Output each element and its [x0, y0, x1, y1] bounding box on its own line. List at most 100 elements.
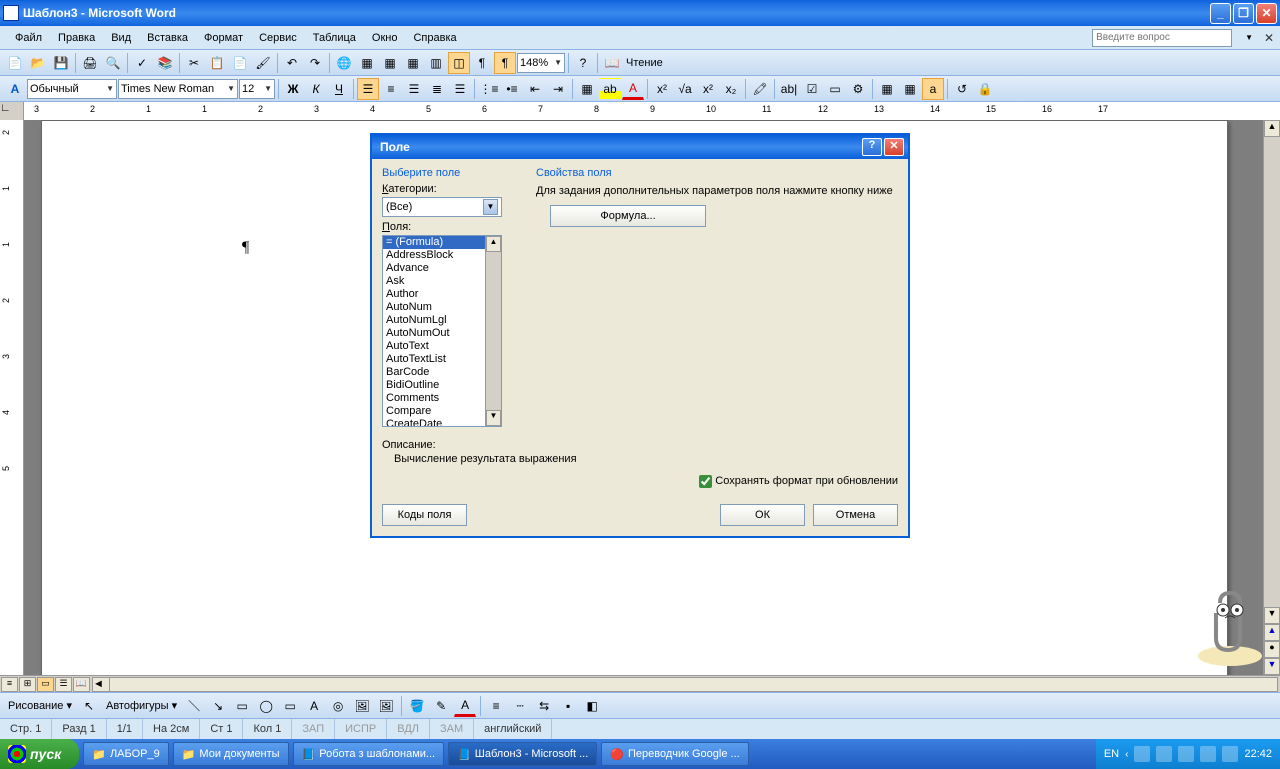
columns-button[interactable]: ▥ [425, 52, 447, 74]
menu-file[interactable]: Файл [8, 30, 49, 46]
menu-view[interactable]: Вид [104, 30, 138, 46]
window-close-button[interactable]: ✕ [1256, 3, 1277, 24]
dialog-titlebar[interactable]: Поле ? ✕ [372, 135, 908, 159]
field-codes-button[interactable]: Коды поля [382, 504, 467, 526]
print-preview-button[interactable]: 🔍 [102, 52, 124, 74]
tray-icon[interactable] [1200, 746, 1216, 762]
numbering-button[interactable]: ⋮≡ [478, 78, 500, 100]
align-right-button[interactable]: ☰ [403, 78, 425, 100]
field-list-item[interactable]: Compare [383, 405, 501, 418]
oval-button[interactable]: ◯ [255, 695, 277, 717]
print-view-button[interactable]: ▭ [37, 677, 54, 692]
tray-icon[interactable] [1178, 746, 1194, 762]
arrow-style-button[interactable]: ⇆ [533, 695, 555, 717]
form-combo-button[interactable]: ▭ [824, 78, 846, 100]
highlight2-button[interactable]: 🖍 [749, 78, 771, 100]
taskbar-item[interactable]: 📁ЛАБОР_9 [83, 742, 168, 766]
field-list-item[interactable]: AutoText [383, 340, 501, 353]
fill-color-button[interactable]: 🪣 [406, 695, 428, 717]
drawing-toolbar-button[interactable]: ◫ [448, 52, 470, 74]
field-list-item[interactable]: AutoNumOut [383, 327, 501, 340]
listbox-scroll-up[interactable]: ▲ [486, 236, 501, 252]
web-view-button[interactable]: ⊞ [19, 677, 36, 692]
browse-next-button[interactable]: ▼ [1264, 658, 1280, 675]
taskbar-item[interactable]: 🔴Переводчик Google ... [601, 742, 748, 766]
status-fix[interactable]: ИСПР [335, 719, 387, 739]
field-list-item[interactable]: AutoTextList [383, 353, 501, 366]
doc-map-button[interactable]: ¶ [471, 52, 493, 74]
tray-icon[interactable] [1134, 746, 1150, 762]
tray-icon[interactable] [1222, 746, 1238, 762]
cancel-button[interactable]: Отмена [813, 504, 898, 526]
field-list-item[interactable]: AutoNum [383, 301, 501, 314]
tray-lang[interactable]: EN [1104, 748, 1119, 760]
form-table-button[interactable]: ▦ [876, 78, 898, 100]
select-objects-button[interactable]: ↖ [78, 695, 100, 717]
listbox-scroll-down[interactable]: ▼ [486, 410, 501, 426]
bullets-button[interactable]: •≡ [501, 78, 523, 100]
vertical-ruler[interactable]: 2112345 [0, 120, 24, 675]
zoom-combo[interactable]: 148%▼ [517, 53, 565, 73]
font-combo[interactable]: Times New Roman▼ [118, 79, 238, 99]
format-painter-button[interactable]: 🖌 [252, 52, 274, 74]
font-size-combo[interactable]: 12▼ [239, 79, 275, 99]
browse-select-button[interactable]: ● [1264, 641, 1280, 658]
3d-button[interactable]: ◧ [581, 695, 603, 717]
browse-prev-button[interactable]: ▲ [1264, 624, 1280, 641]
line-style-button[interactable]: ≡ [485, 695, 507, 717]
status-lang[interactable]: английский [474, 719, 552, 739]
line-button[interactable]: ＼ [183, 695, 205, 717]
paste-button[interactable]: 📄 [229, 52, 251, 74]
form-text-button[interactable]: ab| [778, 78, 800, 100]
spelling-button[interactable]: ✓ [131, 52, 153, 74]
form-frame-button[interactable]: ▦ [899, 78, 921, 100]
font-color2-button[interactable]: A [454, 695, 476, 717]
arrow-button[interactable]: ↘ [207, 695, 229, 717]
help-question-input[interactable] [1092, 29, 1232, 47]
horizontal-scrollbar[interactable]: ◄ [92, 677, 1278, 692]
print-button[interactable]: 🖨 [79, 52, 101, 74]
field-list-item[interactable]: AutoNumLgl [383, 314, 501, 327]
copy-button[interactable]: 📋 [206, 52, 228, 74]
borders-button[interactable]: ▦ [576, 78, 598, 100]
show-formatting-button[interactable]: ¶ [494, 52, 516, 74]
menu-window[interactable]: Окно [365, 30, 405, 46]
reading-label[interactable]: Чтение [624, 57, 665, 69]
reading-layout-icon[interactable]: 📖 [601, 52, 623, 74]
font-color-button[interactable]: A [622, 78, 644, 100]
align-center-button[interactable]: ≡ [380, 78, 402, 100]
scroll-down-button[interactable]: ▼ [1264, 607, 1280, 624]
rectangle-button[interactable]: ▭ [231, 695, 253, 717]
superscript-x-button[interactable]: x² [651, 78, 673, 100]
decrease-indent-button[interactable]: ⇤ [524, 78, 546, 100]
start-button[interactable]: пуск [0, 739, 79, 769]
bold-button[interactable]: Ж [282, 78, 304, 100]
clipart-button[interactable]: 🖼 [351, 695, 373, 717]
taskbar-item[interactable]: 📘Робота з шаблонами... [293, 742, 445, 766]
line-spacing-button[interactable]: ☰ [449, 78, 471, 100]
align-left-button[interactable]: ☰ [357, 78, 379, 100]
minimize-button[interactable]: _ [1210, 3, 1231, 24]
menu-tools[interactable]: Сервис [252, 30, 304, 46]
outline-view-button[interactable]: ☰ [55, 677, 72, 692]
subscript-button[interactable]: x₂ [720, 78, 742, 100]
shadow-button[interactable]: ▪ [557, 695, 579, 717]
underline-button[interactable]: Ч [328, 78, 350, 100]
menu-edit[interactable]: Правка [51, 30, 102, 46]
field-list-item[interactable]: = (Formula) [383, 236, 501, 249]
system-tray[interactable]: EN ‹ 22:42 [1096, 739, 1280, 769]
sqrt-button[interactable]: √a [674, 78, 696, 100]
styles-pane-button[interactable]: A [4, 78, 26, 100]
undo-button[interactable]: ↶ [281, 52, 303, 74]
diagram-button[interactable]: ◎ [327, 695, 349, 717]
document-close-button[interactable]: ✕ [1262, 31, 1276, 45]
taskbar-item[interactable]: 📁Мои документы [173, 742, 289, 766]
formula-button[interactable]: Формула... [550, 205, 706, 227]
scroll-up-button[interactable]: ▲ [1264, 120, 1280, 137]
cut-button[interactable]: ✂ [183, 52, 205, 74]
help-button[interactable]: ? [572, 52, 594, 74]
status-rec[interactable]: ЗАП [292, 719, 335, 739]
status-ovr[interactable]: ЗАМ [430, 719, 474, 739]
superscript-button[interactable]: x² [697, 78, 719, 100]
research-button[interactable]: 📚 [154, 52, 176, 74]
